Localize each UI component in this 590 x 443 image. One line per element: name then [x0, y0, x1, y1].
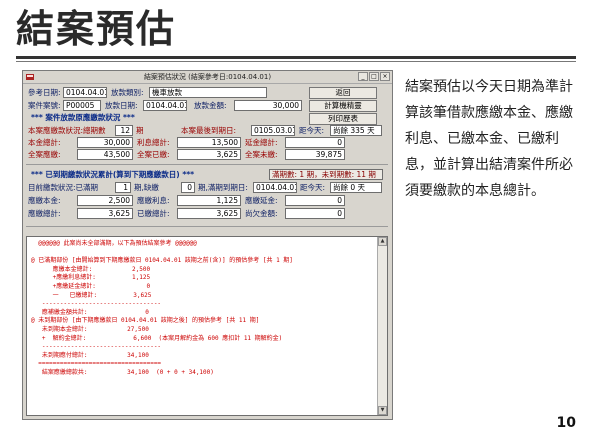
- pay-full-field[interactable]: 1: [115, 182, 131, 193]
- scroll-down-arrow-icon[interactable]: ▼: [378, 406, 387, 415]
- owed-total-label: 尚欠金額:: [245, 209, 278, 218]
- window-title: 結案預估狀況 (結案參考日:0104.04.01): [143, 73, 272, 81]
- pay-full-unit: 期,缺繳: [134, 183, 159, 192]
- periods-label: 本案應繳款狀況:總期數: [28, 126, 106, 135]
- late-fee-total-field[interactable]: 0: [285, 137, 345, 148]
- report-scrollbar[interactable]: ▲ ▼: [377, 237, 387, 415]
- distance-field[interactable]: 尚餘 335 天: [330, 125, 382, 136]
- print-detail-button[interactable]: 列印歷表: [309, 113, 377, 125]
- loan-date-label: 放款日期:: [105, 101, 138, 110]
- full-distance-field[interactable]: 尚餘 0 天: [330, 182, 382, 193]
- pay-missing-field[interactable]: 0: [181, 182, 195, 193]
- already-paid-label: 已繳總計:: [137, 209, 170, 218]
- app-icon: [26, 73, 34, 81]
- loan-amount-field[interactable]: 30,000: [234, 100, 302, 111]
- all-paid-label: 全案已繳:: [137, 150, 170, 159]
- scroll-up-arrow-icon[interactable]: ▲: [378, 237, 387, 246]
- case-no-field[interactable]: P00005: [63, 100, 101, 111]
- due-interest-label: 應繳利息:: [137, 196, 170, 205]
- already-paid-field[interactable]: 3,625: [177, 208, 241, 219]
- period-status-badge: 滿期數: 1 期，未到期數: 11 期: [269, 169, 383, 180]
- report-text: @@@@@@ 此案尚未全部滿期，以下為預估結案參考 @@@@@@ @ 已滿期部份…: [31, 240, 293, 376]
- periods-field[interactable]: 12: [115, 125, 133, 136]
- interest-total-label: 利息總計:: [137, 138, 170, 147]
- due-late-label: 應繳延金:: [245, 196, 278, 205]
- loan-date-field[interactable]: 0104.04.01: [143, 100, 187, 111]
- interest-total-field[interactable]: 13,500: [177, 137, 241, 148]
- ref-date-label: 參考日期:: [28, 88, 61, 97]
- full-distance-label: 距今天:: [300, 183, 326, 192]
- owed-total-field[interactable]: 0: [285, 208, 345, 219]
- loan-type-label: 放款類別:: [111, 88, 144, 97]
- slide-title: 結案預估: [16, 6, 177, 51]
- maximize-button[interactable]: □: [369, 72, 379, 81]
- loan-type-field[interactable]: 機車放款: [149, 87, 267, 98]
- ref-date-field[interactable]: 0104.04.01: [63, 87, 107, 98]
- late-fee-total-label: 延金總計:: [245, 138, 278, 147]
- section-original-due-title: *** 案件放款原應繳款狀況 ***: [31, 113, 135, 122]
- due-late-field[interactable]: 0: [285, 195, 345, 206]
- last-due-field[interactable]: 0105.03.01: [251, 125, 295, 136]
- pay-status-label: 目前繳款狀況:已滿期: [28, 183, 99, 192]
- calc-wizard-button[interactable]: 計算機精靈: [309, 100, 377, 112]
- loan-amount-label: 放款金額:: [194, 101, 227, 110]
- window-titlebar[interactable]: 結案預估狀況 (結案參考日:0104.04.01) _ □ ×: [23, 71, 392, 84]
- all-unpaid-label: 全案未繳:: [245, 150, 278, 159]
- due-principal-label: 應繳本金:: [28, 196, 61, 205]
- principal-total-label: 本金總計:: [28, 138, 61, 147]
- title-underline: [16, 56, 576, 59]
- paid-total-field[interactable]: 3,625: [77, 208, 133, 219]
- page-number: 10: [556, 415, 576, 431]
- window: 結案預估狀況 (結案參考日:0104.04.01) _ □ × 參考日期: 01…: [22, 70, 393, 420]
- slide-description: 結案預估以今天日期為準計算該筆借款應繳本金、應繳利息、已繳本金、已繳利息，並計算…: [405, 79, 573, 199]
- pay-missing-unit: 期,滿期到期日:: [198, 183, 248, 192]
- distance-label: 距今天:: [299, 126, 325, 135]
- all-due-field[interactable]: 43,500: [77, 149, 133, 160]
- case-no-label: 案件案號:: [28, 101, 61, 110]
- all-unpaid-field[interactable]: 39,875: [285, 149, 345, 160]
- periods-unit: 期: [136, 126, 144, 135]
- due-interest-field[interactable]: 1,125: [177, 195, 241, 206]
- due-principal-field[interactable]: 2,500: [77, 195, 133, 206]
- report-textarea[interactable]: @@@@@@ 此案尚未全部滿期，以下為預估結案參考 @@@@@@ @ 已滿期部份…: [26, 236, 388, 416]
- all-due-label: 全案應繳:: [28, 150, 61, 159]
- minimize-button[interactable]: _: [358, 72, 368, 81]
- paid-total-label: 應繳總計:: [28, 209, 61, 218]
- principal-total-field[interactable]: 30,000: [77, 137, 133, 148]
- section-divider: [26, 164, 388, 165]
- title-underline-thin: [16, 61, 576, 62]
- report-divider: [26, 226, 388, 227]
- back-button[interactable]: 返回: [309, 87, 377, 99]
- section-paid-status-title: *** 已到期繳款狀況累計(算到下期應繳款日) ***: [31, 170, 195, 179]
- last-due-label: 本案最後到期日:: [181, 126, 237, 135]
- full-due-date-field[interactable]: 0104.04.01: [253, 182, 297, 193]
- all-paid-field[interactable]: 3,625: [177, 149, 241, 160]
- close-button[interactable]: ×: [380, 72, 390, 81]
